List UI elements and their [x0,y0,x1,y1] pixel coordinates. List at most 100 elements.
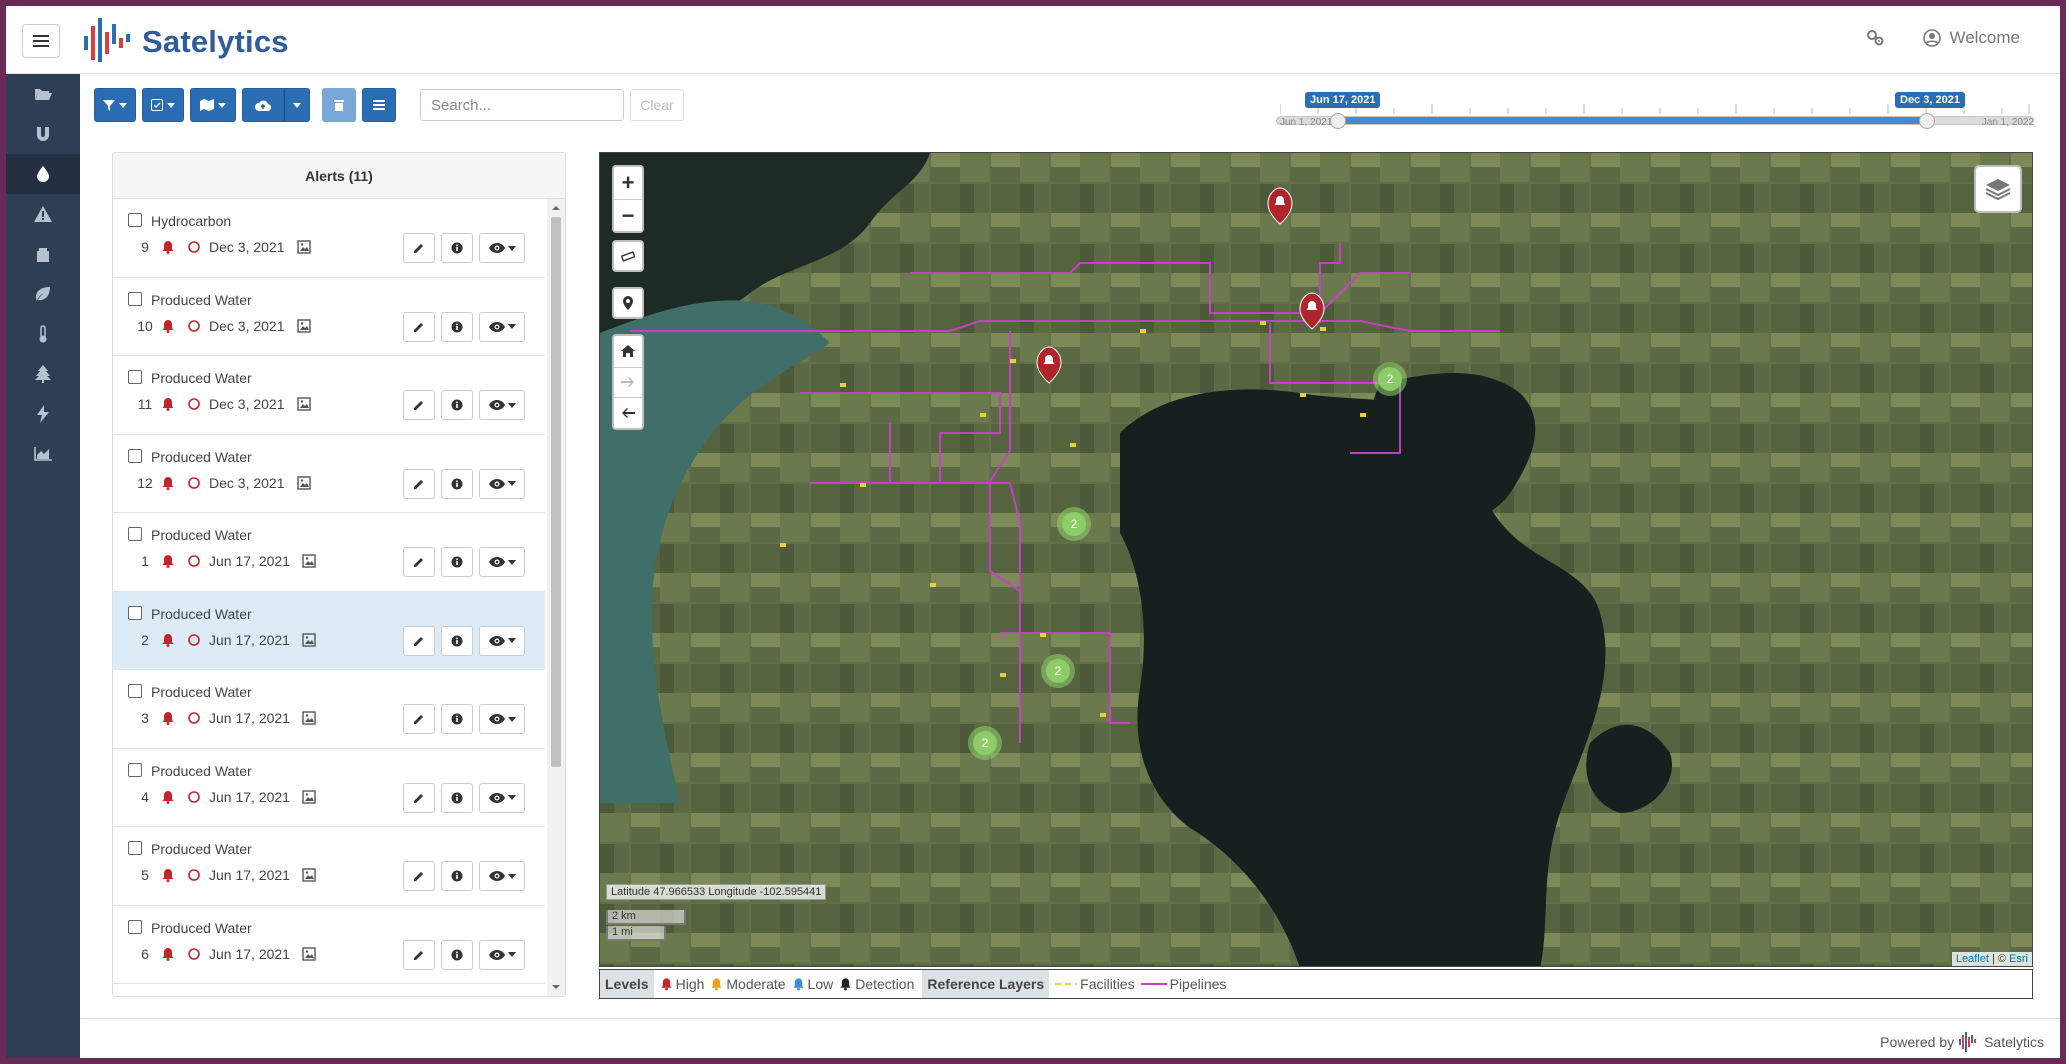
alert-list-item[interactable]: Produced Water 3 Jun 17, 2021 [113,670,545,749]
filter-dropdown-button[interactable] [94,88,136,122]
image-icon[interactable] [296,240,311,254]
alert-checkbox[interactable] [128,919,142,934]
marker-cluster[interactable]: 2 [1041,654,1075,688]
image-icon[interactable] [296,475,311,490]
alert-checkbox[interactable] [128,448,142,463]
alert-checkbox[interactable] [128,684,142,698]
alert-list-item[interactable]: Hydrocarbon 9 Dec 3, 2021 [113,199,545,278]
hamburger-menu-button[interactable] [22,24,60,58]
sidebar-item-magnet[interactable] [6,114,80,154]
edit-alert-button[interactable] [403,861,435,891]
scroll-down-icon[interactable] [547,980,565,994]
forward-view-button[interactable] [614,366,642,398]
alert-list-item[interactable]: Produced Water 12 Dec 3, 2021 [113,434,545,513]
app-logo[interactable]: Satelytics [82,14,289,70]
home-view-button[interactable] [621,336,635,367]
marker-cluster[interactable]: 2 [1373,362,1407,396]
date-range-slider[interactable]: Jun 1, 2021 Jan 1, 2022 Jun 17, 2021 Dec… [1268,86,2038,136]
edit-alert-button[interactable] [403,390,435,420]
delete-button[interactable] [322,88,356,122]
alert-list-item[interactable]: Produced Water 1 Jun 17, 2021 [113,513,545,592]
scroll-up-icon[interactable] [547,201,565,215]
edit-alert-button[interactable] [403,311,435,342]
sidebar-item-alerts[interactable] [6,194,80,234]
users-settings-icon[interactable] [1865,29,1885,47]
alert-checkbox[interactable] [128,213,142,227]
alert-list-item[interactable]: Produced Water 2 Jun 17, 2021 [113,591,545,670]
image-icon[interactable] [302,632,316,647]
alerts-scrollbar[interactable] [547,199,565,996]
alert-info-button[interactable] [441,390,473,420]
alert-info-button[interactable] [441,782,473,813]
image-icon[interactable] [296,397,311,411]
visibility-dropdown-button[interactable] [479,704,525,734]
image-icon[interactable] [302,789,316,804]
sidebar-item-trees[interactable] [6,354,80,394]
image-icon[interactable] [302,711,316,725]
sidebar-item-power[interactable] [6,394,80,434]
marker-cluster[interactable]: 2 [1057,507,1091,541]
alert-checkbox[interactable] [128,605,142,620]
edit-alert-button[interactable] [403,939,435,970]
list-view-button[interactable] [362,88,396,122]
edit-alert-button[interactable] [403,468,435,499]
edit-alert-button[interactable] [403,704,435,734]
sidebar-item-folders[interactable] [6,74,80,114]
sidebar-item-analytics[interactable] [6,434,80,474]
image-icon[interactable] [302,946,316,961]
alert-checkbox[interactable] [128,762,142,777]
alert-info-button[interactable] [441,861,473,891]
visibility-dropdown-button[interactable] [479,861,525,891]
visibility-dropdown-button[interactable] [479,311,525,342]
timeline-end-handle[interactable] [1919,113,1935,129]
alert-info-button[interactable] [441,704,473,734]
marker-cluster[interactable]: 2 [968,726,1002,760]
visibility-dropdown-button[interactable] [479,625,525,656]
edit-alert-button[interactable] [403,782,435,813]
alert-info-button[interactable] [441,939,473,970]
back-view-button[interactable] [614,397,642,428]
visibility-dropdown-button[interactable] [479,468,525,499]
image-icon[interactable] [296,318,311,333]
sidebar-item-water[interactable] [6,154,80,194]
alert-info-button[interactable] [441,233,473,263]
search-input[interactable] [420,89,624,121]
visibility-dropdown-button[interactable] [479,782,525,813]
layers-control-button[interactable] [1974,165,2022,213]
clear-button[interactable]: Clear [630,89,684,121]
leaflet-link[interactable]: Leaflet [1956,953,1989,965]
edit-alert-button[interactable] [403,547,435,577]
alert-checkbox[interactable] [128,370,142,384]
sidebar-item-tank[interactable] [6,234,80,274]
visibility-dropdown-button[interactable] [479,547,525,577]
sidebar-item-vegetation[interactable] [6,274,80,314]
image-icon[interactable] [302,868,316,882]
upload-button[interactable] [242,88,284,122]
satellite-map[interactable]: 2 2 2 2 + − Latitude 47.966533 Longitude… [599,152,2033,967]
alert-list-item[interactable]: Produced Water 11 Dec 3, 2021 [113,356,545,435]
measure-button[interactable] [612,240,644,272]
select-dropdown-button[interactable] [142,88,184,122]
alert-checkbox[interactable] [128,527,142,541]
map-dropdown-button[interactable] [190,88,236,122]
alert-list-item[interactable]: Produced Water 10 Dec 3, 2021 [113,277,545,356]
alert-checkbox[interactable] [128,291,142,306]
upload-dropdown-toggle[interactable] [284,88,310,122]
edit-alert-button[interactable] [403,625,435,656]
zoom-out-button[interactable]: − [614,199,642,231]
locate-button[interactable] [612,287,644,319]
timeline-start-handle[interactable] [1330,113,1346,129]
edit-alert-button[interactable] [403,233,435,263]
alert-info-button[interactable] [441,547,473,577]
user-menu[interactable]: Welcome [1923,28,2020,48]
visibility-dropdown-button[interactable] [479,939,525,970]
visibility-dropdown-button[interactable] [479,233,525,263]
image-icon[interactable] [302,554,316,568]
alert-list-item[interactable]: Produced Water 6 Jun 17, 2021 [113,905,545,984]
alert-list-item[interactable]: Produced Water 4 Jun 17, 2021 [113,748,545,827]
esri-link[interactable]: Esri [2009,953,2028,965]
alert-checkbox[interactable] [128,841,142,855]
zoom-in-button[interactable]: + [614,167,642,199]
alert-info-button[interactable] [441,625,473,656]
visibility-dropdown-button[interactable] [479,390,525,420]
